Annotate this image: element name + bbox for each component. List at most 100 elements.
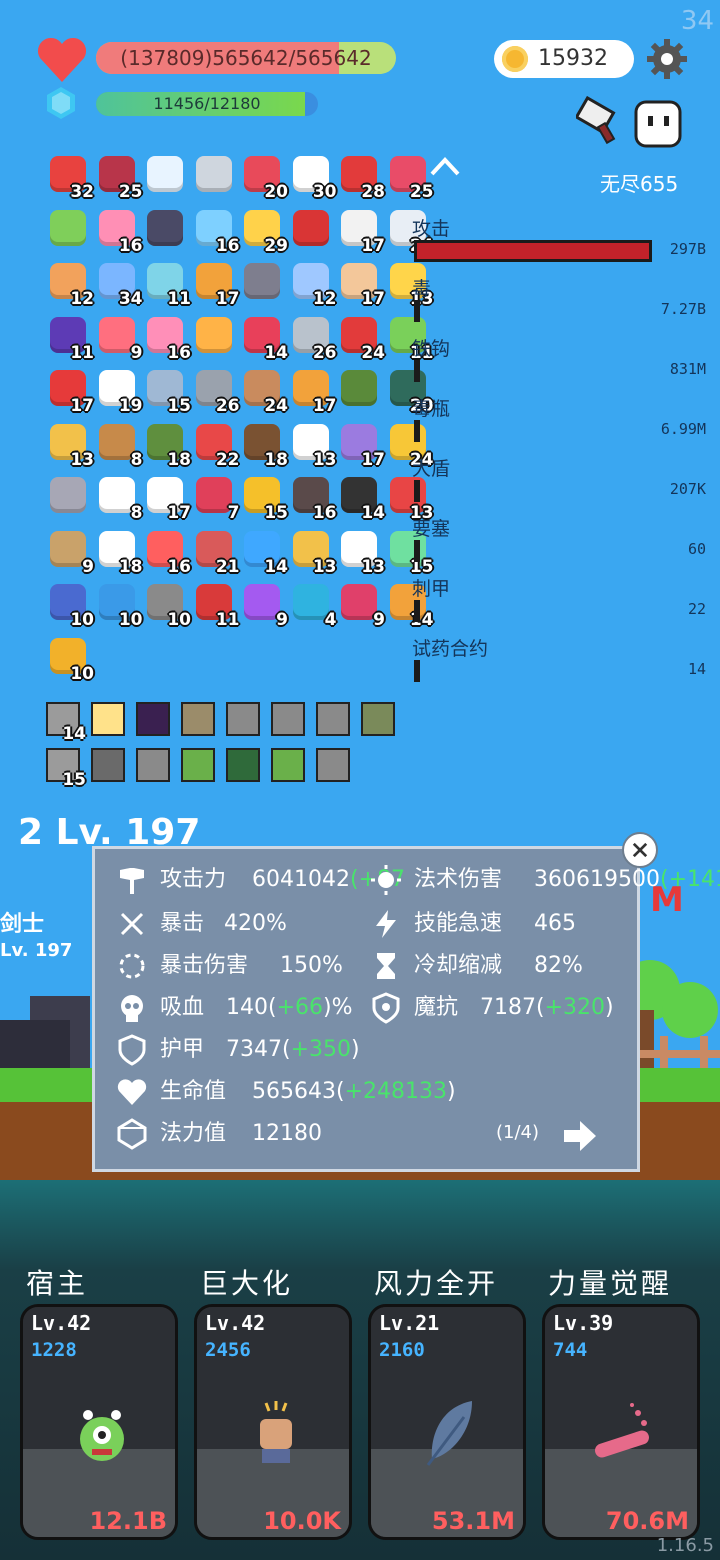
- item-slot[interactable]: 21: [194, 529, 240, 577]
- skill-card[interactable]: Lv.42 2456 10.0K: [194, 1304, 352, 1540]
- item-slot[interactable]: 22: [194, 422, 240, 470]
- item-slot[interactable]: 25: [97, 154, 143, 202]
- item-slot[interactable]: 14: [242, 529, 288, 577]
- item-slot[interactable]: 28: [339, 154, 385, 202]
- book-green-icon: [50, 209, 86, 246]
- equipment-slot[interactable]: 14: [46, 702, 86, 744]
- skill-card[interactable]: Lv.42 1228 12.1B: [20, 1304, 178, 1540]
- item-slot[interactable]: 13: [339, 529, 385, 577]
- next-page-arrow-icon[interactable]: [560, 1118, 600, 1154]
- item-slot[interactable]: 11: [145, 261, 191, 309]
- sword-icon: [195, 156, 232, 192]
- item-slot[interactable]: 30: [291, 154, 337, 202]
- item-slot[interactable]: 14: [242, 315, 288, 363]
- equipment-slot[interactable]: [226, 748, 260, 782]
- item-slot[interactable]: 18: [145, 422, 191, 470]
- chevron-up-icon[interactable]: [428, 152, 462, 178]
- item-slot[interactable]: 17: [291, 368, 337, 416]
- item-slot[interactable]: 18: [242, 422, 288, 470]
- settings-gear-icon[interactable]: [646, 38, 688, 80]
- skill-card[interactable]: Lv.39 744 70.6M: [542, 1304, 700, 1540]
- item-slot[interactable]: 11: [194, 582, 240, 630]
- item-slot[interactable]: 20: [242, 154, 288, 202]
- item-slot[interactable]: 16: [291, 475, 337, 523]
- item-slot[interactable]: [194, 154, 234, 194]
- item-slot[interactable]: 10: [145, 582, 191, 630]
- item-slot[interactable]: 12: [48, 261, 94, 309]
- item-slot[interactable]: 16: [145, 529, 191, 577]
- feather-icon: [426, 1401, 472, 1466]
- item-slot[interactable]: 9: [339, 582, 385, 630]
- equipment-slot[interactable]: [136, 748, 170, 782]
- equipment-slot[interactable]: [226, 702, 260, 736]
- skill-card[interactable]: Lv.21 2160 53.1M: [368, 1304, 526, 1540]
- equipment-slot[interactable]: [181, 702, 215, 736]
- item-slot[interactable]: 11: [48, 315, 94, 363]
- item-slot[interactable]: [145, 208, 185, 248]
- equipment-slot[interactable]: [316, 748, 350, 782]
- item-slot[interactable]: 9: [48, 529, 94, 577]
- item-slot[interactable]: 13: [48, 422, 94, 470]
- item-slot[interactable]: [291, 208, 331, 248]
- helmet-icon: [244, 263, 280, 299]
- item-slot[interactable]: 17: [339, 261, 385, 309]
- item-slot[interactable]: 17: [194, 261, 240, 309]
- damage-value: 22: [687, 600, 706, 618]
- item-slot[interactable]: 13: [291, 529, 337, 577]
- item-slot[interactable]: 26: [291, 315, 337, 363]
- item-slot[interactable]: 15: [242, 475, 288, 523]
- item-slot[interactable]: 15: [145, 368, 191, 416]
- item-slot[interactable]: 17: [48, 368, 94, 416]
- item-slot[interactable]: 10: [48, 636, 94, 684]
- item-count: 10: [167, 610, 191, 630]
- crit-cross-icon: [120, 912, 144, 936]
- item-slot[interactable]: 10: [48, 582, 94, 630]
- item-slot[interactable]: [48, 475, 88, 515]
- item-count: 26: [215, 396, 240, 416]
- item-slot[interactable]: [242, 261, 282, 301]
- item-slot[interactable]: 16: [194, 208, 240, 256]
- item-slot[interactable]: 18: [97, 529, 143, 577]
- equipment-slot[interactable]: [271, 748, 305, 782]
- equipment-slot[interactable]: [91, 748, 125, 782]
- stats-page-indicator: (1/4): [496, 1122, 540, 1143]
- item-slot[interactable]: [48, 208, 88, 248]
- equipment-slot[interactable]: 15: [46, 748, 86, 790]
- equipment-slot[interactable]: [91, 702, 125, 736]
- item-slot[interactable]: 9: [242, 582, 288, 630]
- item-slot[interactable]: 32: [48, 154, 94, 202]
- item-slot[interactable]: 16: [145, 315, 191, 363]
- item-slot[interactable]: 8: [97, 422, 143, 470]
- item-count: 8: [130, 449, 143, 470]
- item-slot[interactable]: 4: [291, 582, 337, 630]
- item-slot[interactable]: 24: [242, 368, 288, 416]
- item-slot[interactable]: 24: [339, 315, 385, 363]
- item-slot[interactable]: 8: [97, 475, 143, 523]
- item-slot[interactable]: 14: [339, 475, 385, 523]
- item-slot[interactable]: [145, 154, 185, 194]
- equipment-slot[interactable]: [271, 702, 305, 736]
- item-slot[interactable]: 25: [388, 154, 434, 202]
- item-slot[interactable]: 7: [194, 475, 240, 523]
- item-slot[interactable]: 19: [97, 368, 143, 416]
- item-slot[interactable]: 12: [291, 261, 337, 309]
- item-slot[interactable]: 9: [97, 315, 143, 363]
- item-slot[interactable]: 34: [97, 261, 143, 309]
- item-slot[interactable]: 10: [97, 582, 143, 630]
- item-slot[interactable]: 26: [194, 368, 240, 416]
- equipment-slot[interactable]: [136, 702, 170, 736]
- item-slot[interactable]: [339, 368, 379, 408]
- equipment-slot[interactable]: [361, 702, 395, 736]
- item-slot[interactable]: 16: [97, 208, 143, 256]
- equipment-slot[interactable]: [316, 702, 350, 736]
- item-slot[interactable]: 13: [291, 422, 337, 470]
- item-slot[interactable]: 17: [339, 422, 385, 470]
- skill-mana-cost: 744: [553, 1339, 588, 1361]
- item-slot[interactable]: [194, 315, 234, 355]
- item-slot[interactable]: 17: [145, 475, 191, 523]
- armor-shield-icon: [118, 1034, 146, 1066]
- item-slot[interactable]: 17: [339, 208, 385, 256]
- item-slot[interactable]: 29: [242, 208, 288, 256]
- equipment-slot[interactable]: [181, 748, 215, 782]
- skull-icon: [121, 995, 143, 1022]
